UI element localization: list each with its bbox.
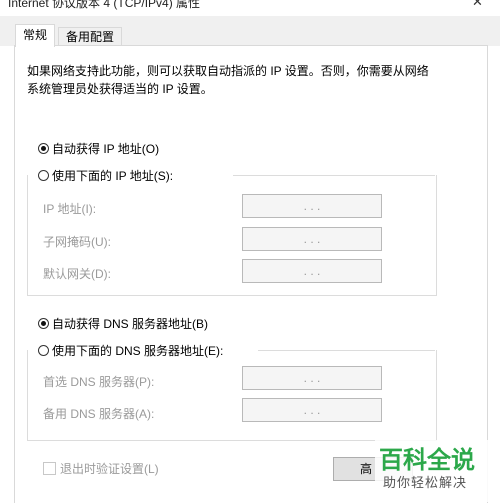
default-gateway-label: 默认网关(D):	[43, 267, 111, 281]
radio-obtain-dns-auto[interactable]: 自动获得 DNS 服务器地址(B)	[38, 315, 213, 332]
checkbox-label: 退出时验证设置(L)	[60, 462, 159, 476]
radio-button-icon	[38, 170, 49, 181]
radio-label: 使用下面的 DNS 服务器地址(E):	[52, 344, 224, 358]
preferred-dns-input[interactable]: . . .	[242, 366, 382, 390]
validate-on-exit-checkbox[interactable]: 退出时验证设置(L)	[43, 460, 159, 477]
preferred-dns-label: 首选 DNS 服务器(P):	[43, 375, 155, 389]
radio-obtain-ip-auto[interactable]: 自动获得 IP 地址(O)	[38, 140, 164, 157]
ip-address-label: IP 地址(I):	[43, 202, 97, 216]
watermark-title: 百科全说	[379, 446, 475, 474]
dns-manual-group	[27, 350, 437, 441]
subnet-mask-label: 子网掩码(U):	[43, 235, 111, 249]
tab-general[interactable]: 常规	[15, 24, 56, 47]
radio-label: 自动获得 DNS 服务器地址(B)	[52, 317, 209, 331]
alternate-dns-label: 备用 DNS 服务器(A):	[43, 407, 155, 421]
alternate-dns-input[interactable]: . . .	[242, 398, 382, 422]
radio-use-following-ip[interactable]: 使用下面的 IP 地址(S):	[38, 167, 178, 184]
ip-address-input[interactable]: . . .	[242, 194, 382, 218]
watermark-subtitle: 助你轻松解决	[383, 475, 468, 490]
tab-alternate-configuration[interactable]: 备用配置	[58, 27, 123, 46]
subnet-mask-input[interactable]: . . .	[242, 227, 382, 251]
window-title: Internet 协议版本 4 (TCP/IPv4) 属性	[8, 0, 201, 10]
radio-label: 使用下面的 IP 地址(S):	[52, 169, 174, 183]
radio-label: 自动获得 IP 地址(O)	[52, 142, 160, 156]
checkbox-icon	[43, 462, 56, 475]
radio-button-icon	[38, 143, 49, 154]
watermark-logo: 百科全说 助你轻松解决	[375, 440, 500, 502]
title-bar: Internet 协议版本 4 (TCP/IPv4) 属性 ✕	[0, 0, 500, 16]
description-text: 如果网络支持此功能，则可以获取自动指派的 IP 设置。否则，你需要从网络系统管理…	[27, 64, 429, 96]
radio-button-icon	[38, 318, 49, 329]
radio-button-icon	[38, 345, 49, 356]
close-icon[interactable]: ✕	[472, 0, 483, 10]
default-gateway-input[interactable]: . . .	[242, 259, 382, 283]
radio-use-following-dns[interactable]: 使用下面的 DNS 服务器地址(E):	[38, 342, 228, 359]
